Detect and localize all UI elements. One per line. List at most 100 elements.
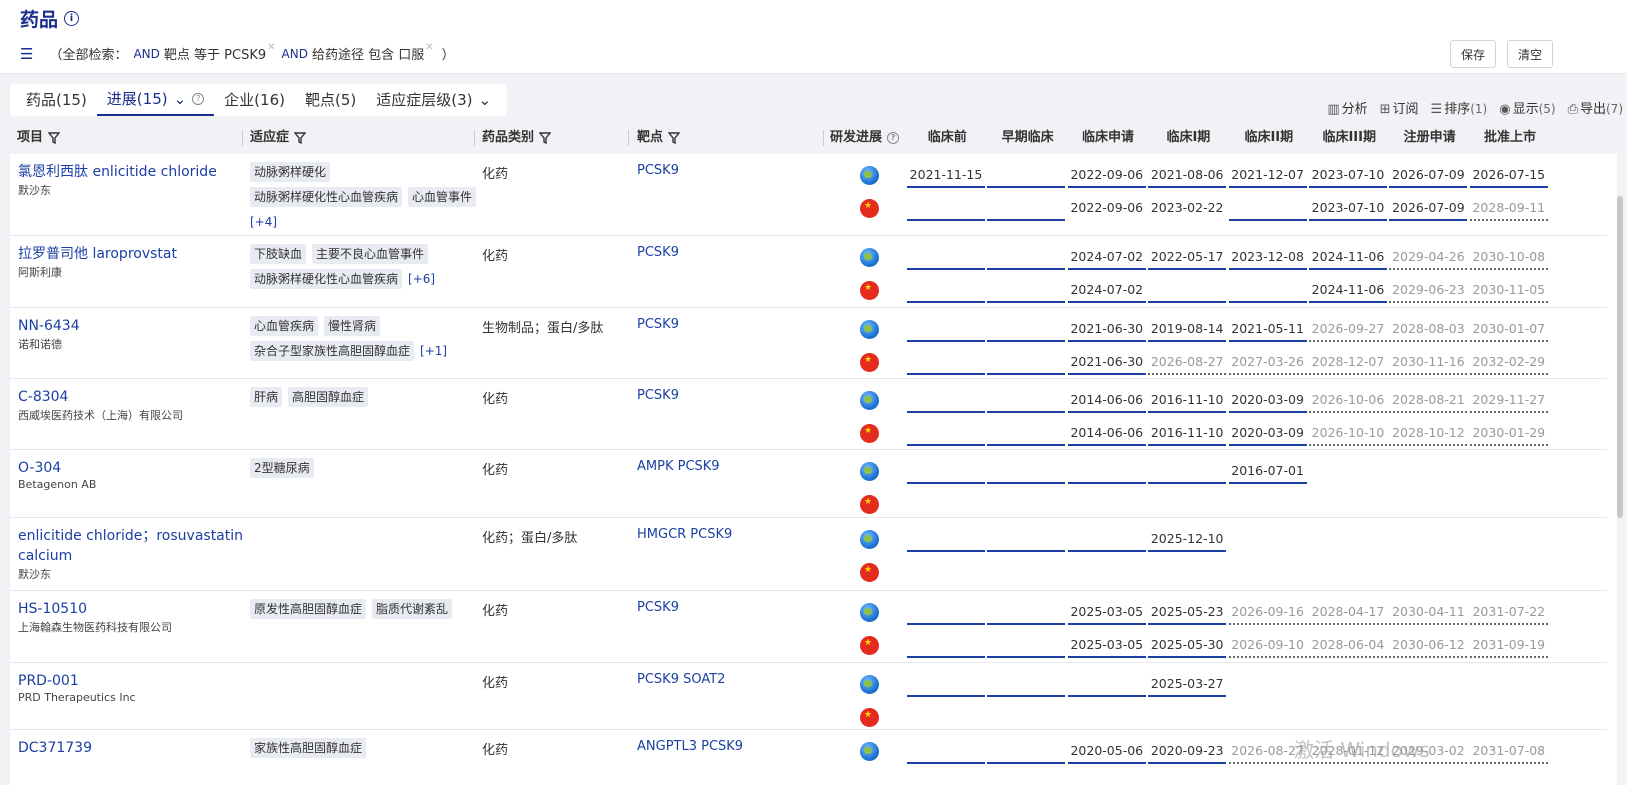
phase-date[interactable]: 2032-02-29: [1469, 351, 1548, 375]
phase-date[interactable]: 2029-06-23: [1389, 279, 1468, 303]
analyze-button[interactable]: ▥ 分析: [1327, 98, 1367, 117]
drug-name-link[interactable]: PRD-001: [18, 671, 248, 691]
more-indications-link[interactable]: [+4]: [250, 212, 277, 232]
phase-date[interactable]: 2026-10-06: [1309, 389, 1387, 413]
phase-date[interactable]: 2031-07-08: [1469, 740, 1548, 764]
phase-date[interactable]: 2021-08-06: [1148, 164, 1227, 188]
tab-2[interactable]: 企业(16): [214, 84, 295, 116]
phase-date[interactable]: 2030-04-11: [1389, 601, 1468, 625]
phase-date[interactable]: 2014-06-06: [1067, 389, 1146, 413]
help-icon[interactable]: ?: [887, 132, 900, 144]
phase-date[interactable]: 2030-10-08: [1469, 246, 1548, 270]
phase-date[interactable]: 2020-05-06: [1067, 740, 1146, 764]
phase-date[interactable]: 2029-04-26: [1389, 246, 1468, 270]
phase-date[interactable]: 2027-03-26: [1228, 351, 1307, 375]
phase-date[interactable]: 2022-09-06: [1067, 164, 1146, 188]
export-button[interactable]: ⎙ 导出(7): [1568, 98, 1623, 117]
indication-tag[interactable]: 动脉粥样硬化性心血管疾病: [250, 187, 403, 207]
phase-date[interactable]: 2014-06-06: [1067, 422, 1146, 446]
column-indication[interactable]: 适应症: [250, 122, 307, 154]
target-link[interactable]: PCSK9 SOAT2: [637, 672, 725, 687]
phase-date[interactable]: 2030-01-29: [1469, 422, 1548, 446]
phase-date[interactable]: 2031-09-19: [1469, 634, 1548, 658]
phase-date[interactable]: 2024-07-02: [1067, 279, 1146, 303]
phase-date[interactable]: 2026-08-27: [1148, 351, 1227, 375]
phase-date[interactable]: 2028-06-04: [1309, 634, 1387, 658]
filter-icon[interactable]: [294, 132, 307, 144]
phase-date[interactable]: 2025-12-10: [1148, 528, 1227, 552]
chevron-down-icon[interactable]: ⌄: [478, 84, 491, 116]
chevron-down-icon[interactable]: ⌄: [174, 83, 187, 115]
phase-date[interactable]: 2016-11-10: [1148, 422, 1227, 446]
phase-date[interactable]: 2025-03-05: [1067, 634, 1146, 658]
phase-date[interactable]: 2028-12-07: [1309, 351, 1387, 375]
target-link[interactable]: PCSK9: [637, 600, 679, 615]
target-link[interactable]: ANGPTL3 PCSK9: [637, 739, 743, 754]
display-button[interactable]: ◉ 显示(5): [1499, 98, 1555, 117]
tab-4[interactable]: 适应症层级(3) ⌄: [366, 84, 501, 116]
phase-date[interactable]: 2020-09-23: [1148, 740, 1227, 764]
indication-tag[interactable]: 心血管事件: [408, 187, 477, 207]
phase-date[interactable]: 2026-07-09: [1389, 197, 1468, 221]
help-icon[interactable]: ?: [192, 93, 205, 105]
indication-tag[interactable]: 家族性高胆固醇血症: [250, 738, 367, 758]
phase-date[interactable]: 2023-12-08: [1228, 246, 1307, 270]
phase-date[interactable]: 2030-11-05: [1469, 279, 1548, 303]
phase-date[interactable]: 2025-05-30: [1148, 634, 1227, 658]
subscribe-button[interactable]: ⊞ 订阅: [1380, 98, 1419, 117]
target-link[interactable]: PCSK9: [637, 388, 679, 403]
indication-tag[interactable]: 高胆固醇血症: [288, 387, 369, 407]
tab-3[interactable]: 靶点(5): [295, 84, 366, 116]
drug-name-link[interactable]: HS-10510: [18, 599, 248, 619]
phase-date[interactable]: 2025-03-05: [1067, 601, 1146, 625]
more-indications-link[interactable]: [+6]: [408, 269, 435, 289]
indication-tag[interactable]: 2型糖尿病: [250, 458, 314, 478]
phase-date[interactable]: 2022-05-17: [1148, 246, 1227, 270]
save-button[interactable]: 保存: [1450, 40, 1496, 68]
phase-date[interactable]: 2026-09-16: [1228, 601, 1307, 625]
drug-name-link[interactable]: 氯恩利西肽 enlicitide chloride: [18, 162, 248, 182]
phase-date[interactable]: 2028-09-11: [1469, 197, 1548, 221]
indication-tag[interactable]: 心血管疾病: [250, 316, 319, 336]
info-icon[interactable]: i: [64, 11, 80, 26]
phase-date[interactable]: 2026-10-10: [1309, 422, 1387, 446]
phase-date[interactable]: 2028-04-17: [1309, 601, 1387, 625]
target-link[interactable]: PCSK9: [637, 317, 679, 332]
tab-1[interactable]: 进展(15) ⌄?: [96, 83, 215, 116]
indication-tag[interactable]: 下肢缺血: [250, 244, 307, 264]
target-link[interactable]: PCSK9: [637, 245, 679, 260]
phase-date[interactable]: 2030-06-12: [1389, 634, 1468, 658]
indication-tag[interactable]: 肝病: [250, 387, 283, 407]
indication-tag[interactable]: 动脉粥样硬化: [250, 162, 331, 182]
phase-date[interactable]: 2028-10-12: [1389, 422, 1468, 446]
query-condition-target[interactable]: 靶点 等于 PCSK9: [164, 44, 266, 63]
drug-name-link[interactable]: O-304: [18, 458, 248, 478]
phase-date[interactable]: 2024-11-06: [1309, 246, 1387, 270]
column-project[interactable]: 项目: [17, 122, 61, 154]
phase-date[interactable]: 2026-07-15: [1469, 164, 1548, 188]
phase-date[interactable]: 2021-06-30: [1067, 318, 1146, 342]
phase-date[interactable]: 2024-07-02: [1067, 246, 1146, 270]
drug-name-link[interactable]: NN-6434: [18, 316, 248, 336]
phase-date[interactable]: 2021-06-30: [1067, 351, 1146, 375]
phase-date[interactable]: 2030-11-16: [1389, 351, 1468, 375]
phase-date[interactable]: 2031-07-22: [1469, 601, 1548, 625]
phase-date[interactable]: 2026-09-10: [1228, 634, 1307, 658]
tab-0[interactable]: 药品(15): [16, 84, 97, 116]
phase-date[interactable]: 2021-05-11: [1228, 318, 1307, 342]
sort-button[interactable]: ☰ 排序(1): [1431, 98, 1488, 117]
drug-name-link[interactable]: enlicitide chloride；rosuvastatin calcium: [18, 526, 248, 566]
target-link[interactable]: PCSK9: [637, 163, 679, 178]
phase-date[interactable]: 2021-11-15: [907, 164, 985, 188]
indication-tag[interactable]: 脂质代谢紊乱: [372, 599, 453, 619]
filter-icon[interactable]: [48, 132, 61, 144]
remove-condition-icon[interactable]: ✕: [425, 42, 433, 53]
vertical-scrollbar[interactable]: [1617, 196, 1623, 518]
phase-date[interactable]: 2019-08-14: [1148, 318, 1227, 342]
phase-date[interactable]: 2021-12-07: [1228, 164, 1307, 188]
column-progress[interactable]: 研发进展?: [830, 122, 900, 154]
target-link[interactable]: HMGCR PCSK9: [637, 527, 732, 542]
indication-tag[interactable]: 主要不良心血管事件: [312, 244, 429, 264]
indication-tag[interactable]: 杂合子型家族性高胆固醇血症: [250, 341, 415, 361]
indication-tag[interactable]: 动脉粥样硬化性心血管疾病: [250, 269, 403, 289]
